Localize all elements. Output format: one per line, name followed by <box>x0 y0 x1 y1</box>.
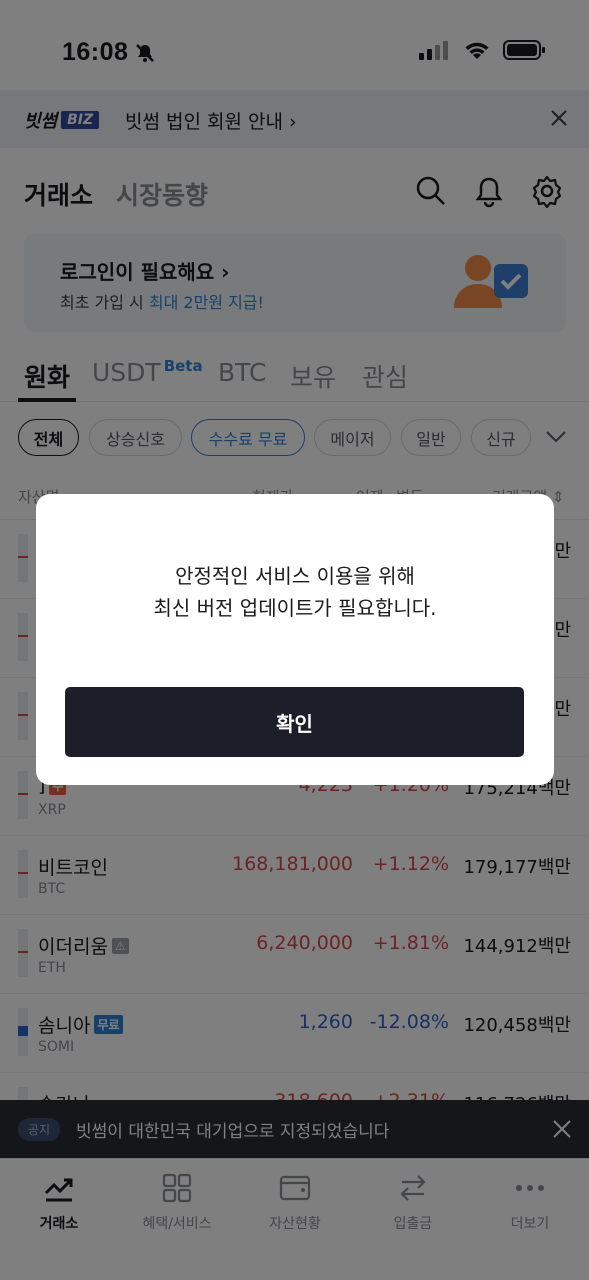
update-required-dialog: 안정적인 서비스 이용을 위해 최신 버전 업데이트가 필요합니다. 확인 <box>36 494 554 785</box>
dialog-message: 안정적인 서비스 이용을 위해 최신 버전 업데이트가 필요합니다. <box>153 564 437 620</box>
confirm-button[interactable]: 확인 <box>65 687 524 757</box>
